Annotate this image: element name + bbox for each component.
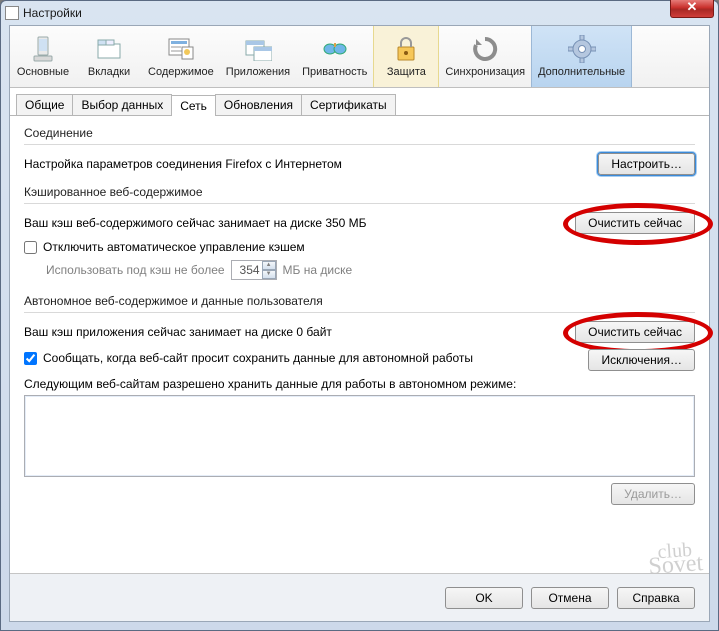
gear-icon	[567, 35, 597, 63]
override-cache-checkbox-row[interactable]: Отключить автоматическое управление кэше…	[24, 240, 695, 254]
network-pane: Соединение Настройка параметров соединен…	[10, 116, 709, 517]
tab-data-choices[interactable]: Выбор данных	[72, 94, 172, 115]
cache-status-text: Ваш кэш веб-содержимого сейчас занимает …	[24, 216, 367, 230]
override-cache-label: Отключить автоматическое управление кэше…	[43, 240, 305, 254]
cat-privacy[interactable]: Приватность	[296, 26, 373, 87]
tab-network[interactable]: Сеть	[171, 95, 216, 116]
help-button[interactable]: Справка	[617, 587, 695, 609]
offline-sites-label: Следующим веб-сайтам разрешено хранить д…	[24, 377, 695, 391]
cancel-button[interactable]: Отмена	[531, 587, 609, 609]
connection-desc: Настройка параметров соединения Firefox …	[24, 157, 342, 171]
lock-icon	[391, 35, 421, 63]
offline-sites-listbox[interactable]	[24, 395, 695, 477]
cat-label: Основные	[17, 66, 69, 78]
category-toolbar: Основные Вкладки Содержимое Приложения	[10, 26, 709, 88]
group-connection-title: Соединение	[24, 126, 695, 140]
cat-general[interactable]: Основные	[10, 26, 76, 87]
cat-sync[interactable]: Синхронизация	[439, 26, 531, 87]
spinner-icon[interactable]: ▲▼	[262, 261, 276, 279]
content-icon	[166, 35, 196, 63]
close-icon: ✕	[687, 0, 698, 14]
cat-label: Дополнительные	[538, 66, 625, 78]
cat-label: Приложения	[226, 66, 290, 78]
group-offline-title: Автономное веб-содержимое и данные польз…	[24, 294, 695, 308]
tabs-row: Общие Выбор данных Сеть Обновления Серти…	[10, 88, 709, 116]
cat-label: Приватность	[302, 66, 367, 78]
clear-offline-button[interactable]: Очистить сейчас	[575, 321, 695, 343]
cat-label: Синхронизация	[445, 66, 525, 78]
cat-tabs[interactable]: Вкладки	[76, 26, 142, 87]
app-icon	[5, 6, 19, 20]
cat-content[interactable]: Содержимое	[142, 26, 220, 87]
cat-label: Вкладки	[88, 66, 130, 78]
titlebar: Настройки ✕	[1, 1, 718, 25]
applications-icon	[243, 35, 273, 63]
watermark: clubSovet	[647, 542, 704, 575]
general-icon	[28, 35, 58, 63]
dialog-footer: OK Отмена Справка	[10, 573, 709, 621]
notify-offline-label: Сообщать, когда веб-сайт просит сохранит…	[43, 351, 473, 365]
cat-label: Содержимое	[148, 66, 214, 78]
cache-limit-label-pre: Использовать под кэш не более	[46, 263, 225, 277]
configure-connection-button[interactable]: Настроить…	[598, 153, 695, 175]
tab-general[interactable]: Общие	[16, 94, 73, 115]
delete-site-button[interactable]: Удалить…	[611, 483, 695, 505]
exceptions-button[interactable]: Исключения…	[588, 349, 695, 371]
cat-security[interactable]: Защита	[373, 26, 439, 87]
cat-label: Защита	[387, 66, 426, 78]
cache-limit-label-post: МБ на диске	[283, 263, 353, 277]
offline-status-text: Ваш кэш приложения сейчас занимает на ди…	[24, 325, 332, 339]
ok-button[interactable]: OK	[445, 587, 523, 609]
close-button[interactable]: ✕	[670, 0, 714, 18]
cat-applications[interactable]: Приложения	[220, 26, 296, 87]
cat-advanced[interactable]: Дополнительные	[531, 26, 632, 87]
group-cache-title: Кэшированное веб-содержимое	[24, 185, 695, 199]
tab-updates[interactable]: Обновления	[215, 94, 302, 115]
tab-certificates[interactable]: Сертификаты	[301, 94, 396, 115]
notify-offline-checkbox-row[interactable]: Сообщать, когда веб-сайт просит сохранит…	[24, 351, 473, 365]
privacy-icon	[320, 35, 350, 63]
sync-icon	[470, 35, 500, 63]
tabs-icon	[94, 35, 124, 63]
window-title: Настройки	[23, 6, 82, 20]
clear-cache-button[interactable]: Очистить сейчас	[575, 212, 695, 234]
override-cache-checkbox[interactable]	[24, 241, 37, 254]
notify-offline-checkbox[interactable]	[24, 352, 37, 365]
